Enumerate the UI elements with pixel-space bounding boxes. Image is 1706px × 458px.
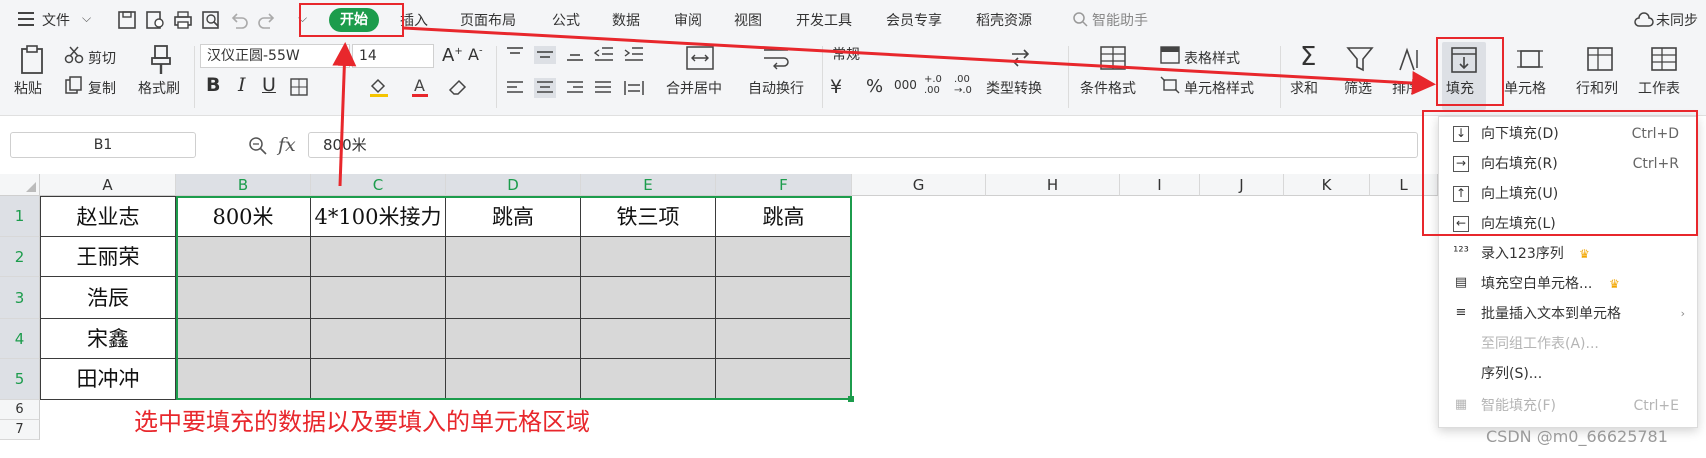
annotation-arrows — [332, 26, 1436, 187]
